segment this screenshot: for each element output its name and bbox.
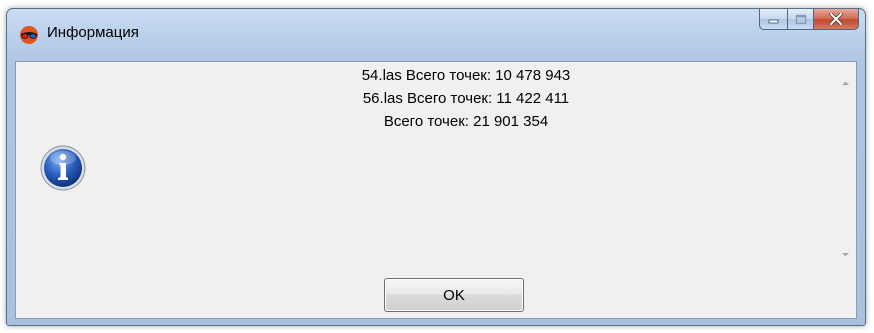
dialog-content: 54.las Всего точек: 10 478 943 56.las Вс…: [15, 61, 857, 319]
vertical-scrollbar[interactable]: [837, 68, 854, 262]
info-dialog-window: Информация 54.las Всего точек: 10 478 94…: [6, 8, 866, 326]
minimize-button[interactable]: [759, 9, 787, 30]
maximize-button[interactable]: [787, 9, 813, 30]
close-button[interactable]: [813, 9, 859, 30]
window-title: Информация: [47, 24, 139, 41]
info-icon: [39, 144, 87, 192]
message-line: 56.las Всего точек: 11 422 411: [362, 90, 570, 107]
maximize-icon: [795, 14, 807, 25]
message-line: 54.las Всего точек: 10 478 943: [361, 67, 571, 84]
close-icon: [829, 13, 843, 25]
scroll-down-icon[interactable]: [840, 245, 851, 257]
3d-glasses-icon: [19, 25, 39, 45]
message-text: 54.las Всего точек: 10 478 943 56.las Вс…: [96, 64, 836, 133]
caption-buttons: [759, 9, 859, 31]
ok-button[interactable]: OK: [384, 278, 524, 312]
minimize-icon: [768, 14, 780, 24]
scroll-up-icon[interactable]: [840, 74, 851, 85]
title-bar[interactable]: Информация: [7, 9, 865, 61]
message-line: Всего точек: 21 901 354: [383, 113, 549, 130]
